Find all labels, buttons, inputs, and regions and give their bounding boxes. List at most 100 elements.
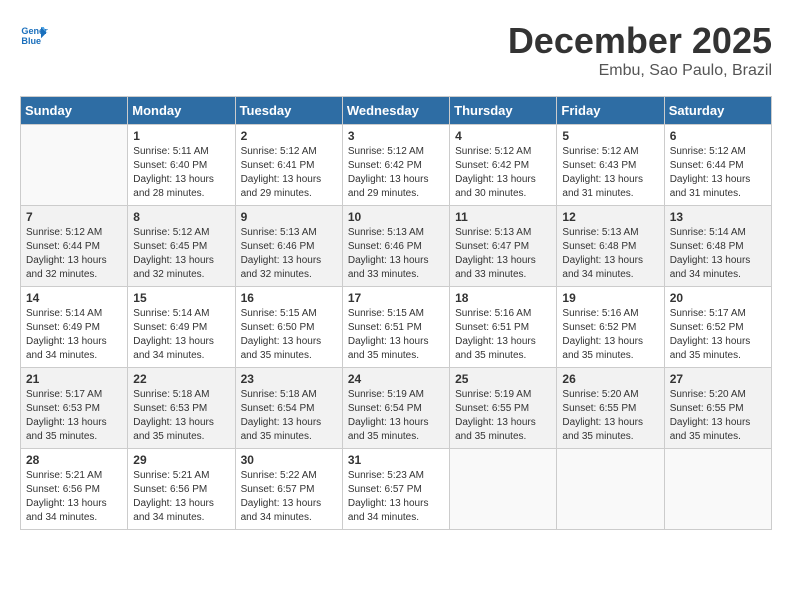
calendar-week-row: 7 Sunrise: 5:12 AM Sunset: 6:44 PM Daylig… [21, 206, 772, 287]
day-number: 6 [670, 129, 766, 143]
calendar-cell: 2Sunrise: 5:12 AM Sunset: 6:41 PM Daylig… [235, 125, 342, 206]
calendar-cell: 30 Sunrise: 5:22 AM Sunset: 6:57 PM Dayli… [235, 449, 342, 530]
day-number: 19 [562, 291, 658, 305]
day-info: Sunrise: 5:13 AM Sunset: 6:47 PM Dayligh… [455, 226, 551, 282]
day-number: 10 [348, 210, 444, 224]
day-info: Sunrise: 5:14 AM Sunset: 6:48 PM Dayligh… [670, 226, 766, 282]
day-info: Sunrise: 5:12 AM Sunset: 6:44 PM Dayligh… [670, 145, 766, 201]
day-number: 18 [455, 291, 551, 305]
day-info: Sunrise: 5:12 AM Sunset: 6:42 PM Dayligh… [348, 145, 444, 201]
calendar-week-row: 21Sunrise: 5:17 AM Sunset: 6:53 PM Dayli… [21, 368, 772, 449]
day-info: Sunrise: 5:17 AM Sunset: 6:53 PM Dayligh… [26, 388, 122, 444]
day-number: 26 [562, 372, 658, 386]
day-number: 16 [241, 291, 337, 305]
day-number: 4 [455, 129, 551, 143]
calendar-cell: 11 Sunrise: 5:13 AM Sunset: 6:47 PM Dayli… [450, 206, 557, 287]
day-number: 14 [26, 291, 122, 305]
day-number: 22 [133, 372, 229, 386]
day-info: Sunrise: 5:13 AM Sunset: 6:46 PM Dayligh… [241, 226, 337, 282]
svg-text:Blue: Blue [21, 36, 41, 46]
day-info: Sunrise: 5:21 AM Sunset: 6:56 PM Dayligh… [26, 469, 122, 525]
day-info: Sunrise: 5:12 AM Sunset: 6:43 PM Dayligh… [562, 145, 658, 201]
day-info: Sunrise: 5:21 AM Sunset: 6:56 PM Dayligh… [133, 469, 229, 525]
calendar-cell: 15Sunrise: 5:14 AM Sunset: 6:49 PM Dayli… [128, 287, 235, 368]
day-info: Sunrise: 5:17 AM Sunset: 6:52 PM Dayligh… [670, 307, 766, 363]
calendar-cell: 14 Sunrise: 5:14 AM Sunset: 6:49 PM Dayli… [21, 287, 128, 368]
calendar-cell [557, 449, 664, 530]
day-info: Sunrise: 5:18 AM Sunset: 6:54 PM Dayligh… [241, 388, 337, 444]
day-info: Sunrise: 5:15 AM Sunset: 6:50 PM Dayligh… [241, 307, 337, 363]
calendar-cell: 17Sunrise: 5:15 AM Sunset: 6:51 PM Dayli… [342, 287, 449, 368]
weekday-header-friday: Friday [557, 97, 664, 125]
calendar-cell [664, 449, 771, 530]
calendar-cell: 26Sunrise: 5:20 AM Sunset: 6:55 PM Dayli… [557, 368, 664, 449]
day-number: 23 [241, 372, 337, 386]
location-title: Embu, Sao Paulo, Brazil [508, 62, 772, 80]
day-number: 17 [348, 291, 444, 305]
day-number: 13 [670, 210, 766, 224]
day-number: 29 [133, 453, 229, 467]
day-number: 25 [455, 372, 551, 386]
logo-icon: General Blue [20, 20, 48, 48]
month-title: December 2025 [508, 20, 772, 62]
day-number: 28 [26, 453, 122, 467]
day-info: Sunrise: 5:18 AM Sunset: 6:53 PM Dayligh… [133, 388, 229, 444]
calendar-week-row: 1 Sunrise: 5:11 AM Sunset: 6:40 PM Daylig… [21, 125, 772, 206]
calendar-cell: 5 Sunrise: 5:12 AM Sunset: 6:43 PM Daylig… [557, 125, 664, 206]
calendar-cell: 29 Sunrise: 5:21 AM Sunset: 6:56 PM Dayli… [128, 449, 235, 530]
day-info: Sunrise: 5:16 AM Sunset: 6:51 PM Dayligh… [455, 307, 551, 363]
day-info: Sunrise: 5:20 AM Sunset: 6:55 PM Dayligh… [670, 388, 766, 444]
weekday-header-wednesday: Wednesday [342, 97, 449, 125]
calendar-cell: 4 Sunrise: 5:12 AM Sunset: 6:42 PM Daylig… [450, 125, 557, 206]
calendar-cell: 18 Sunrise: 5:16 AM Sunset: 6:51 PM Dayli… [450, 287, 557, 368]
day-number: 2 [241, 129, 337, 143]
calendar-cell: 21Sunrise: 5:17 AM Sunset: 6:53 PM Dayli… [21, 368, 128, 449]
calendar-cell: 27Sunrise: 5:20 AM Sunset: 6:55 PM Dayli… [664, 368, 771, 449]
calendar-cell: 1 Sunrise: 5:11 AM Sunset: 6:40 PM Daylig… [128, 125, 235, 206]
day-number: 7 [26, 210, 122, 224]
day-info: Sunrise: 5:12 AM Sunset: 6:45 PM Dayligh… [133, 226, 229, 282]
day-info: Sunrise: 5:12 AM Sunset: 6:44 PM Dayligh… [26, 226, 122, 282]
calendar-cell: 28 Sunrise: 5:21 AM Sunset: 6:56 PM Dayli… [21, 449, 128, 530]
day-number: 12 [562, 210, 658, 224]
day-number: 30 [241, 453, 337, 467]
day-info: Sunrise: 5:12 AM Sunset: 6:42 PM Dayligh… [455, 145, 551, 201]
day-number: 3 [348, 129, 444, 143]
weekday-header-thursday: Thursday [450, 97, 557, 125]
calendar-cell: 3 Sunrise: 5:12 AM Sunset: 6:42 PM Daylig… [342, 125, 449, 206]
day-number: 31 [348, 453, 444, 467]
calendar-cell: 10Sunrise: 5:13 AM Sunset: 6:46 PM Dayli… [342, 206, 449, 287]
day-info: Sunrise: 5:19 AM Sunset: 6:55 PM Dayligh… [455, 388, 551, 444]
day-number: 5 [562, 129, 658, 143]
calendar-week-row: 14 Sunrise: 5:14 AM Sunset: 6:49 PM Dayli… [21, 287, 772, 368]
calendar-cell [450, 449, 557, 530]
day-number: 8 [133, 210, 229, 224]
calendar-cell: 8 Sunrise: 5:12 AM Sunset: 6:45 PM Daylig… [128, 206, 235, 287]
weekday-header-sunday: Sunday [21, 97, 128, 125]
page-header: General Blue December 2025 Embu, Sao Pau… [20, 20, 772, 80]
day-number: 20 [670, 291, 766, 305]
day-info: Sunrise: 5:13 AM Sunset: 6:48 PM Dayligh… [562, 226, 658, 282]
calendar-cell: 16 Sunrise: 5:15 AM Sunset: 6:50 PM Dayli… [235, 287, 342, 368]
calendar-cell: 13 Sunrise: 5:14 AM Sunset: 6:48 PM Dayli… [664, 206, 771, 287]
day-number: 11 [455, 210, 551, 224]
title-area: December 2025 Embu, Sao Paulo, Brazil [508, 20, 772, 80]
day-info: Sunrise: 5:14 AM Sunset: 6:49 PM Dayligh… [26, 307, 122, 363]
calendar-cell [21, 125, 128, 206]
calendar-cell: 25 Sunrise: 5:19 AM Sunset: 6:55 PM Dayli… [450, 368, 557, 449]
weekday-header-saturday: Saturday [664, 97, 771, 125]
day-info: Sunrise: 5:22 AM Sunset: 6:57 PM Dayligh… [241, 469, 337, 525]
weekday-header-monday: Monday [128, 97, 235, 125]
day-number: 1 [133, 129, 229, 143]
calendar-cell: 19 Sunrise: 5:16 AM Sunset: 6:52 PM Dayli… [557, 287, 664, 368]
day-info: Sunrise: 5:16 AM Sunset: 6:52 PM Dayligh… [562, 307, 658, 363]
day-number: 24 [348, 372, 444, 386]
day-info: Sunrise: 5:23 AM Sunset: 6:57 PM Dayligh… [348, 469, 444, 525]
calendar-cell: 31 Sunrise: 5:23 AM Sunset: 6:57 PM Dayli… [342, 449, 449, 530]
calendar-cell: 22 Sunrise: 5:18 AM Sunset: 6:53 PM Dayli… [128, 368, 235, 449]
calendar-cell: 12 Sunrise: 5:13 AM Sunset: 6:48 PM Dayli… [557, 206, 664, 287]
day-info: Sunrise: 5:11 AM Sunset: 6:40 PM Dayligh… [133, 145, 229, 201]
calendar-week-row: 28 Sunrise: 5:21 AM Sunset: 6:56 PM Dayli… [21, 449, 772, 530]
calendar-table: SundayMondayTuesdayWednesdayThursdayFrid… [20, 96, 772, 530]
weekday-header-row: SundayMondayTuesdayWednesdayThursdayFrid… [21, 97, 772, 125]
